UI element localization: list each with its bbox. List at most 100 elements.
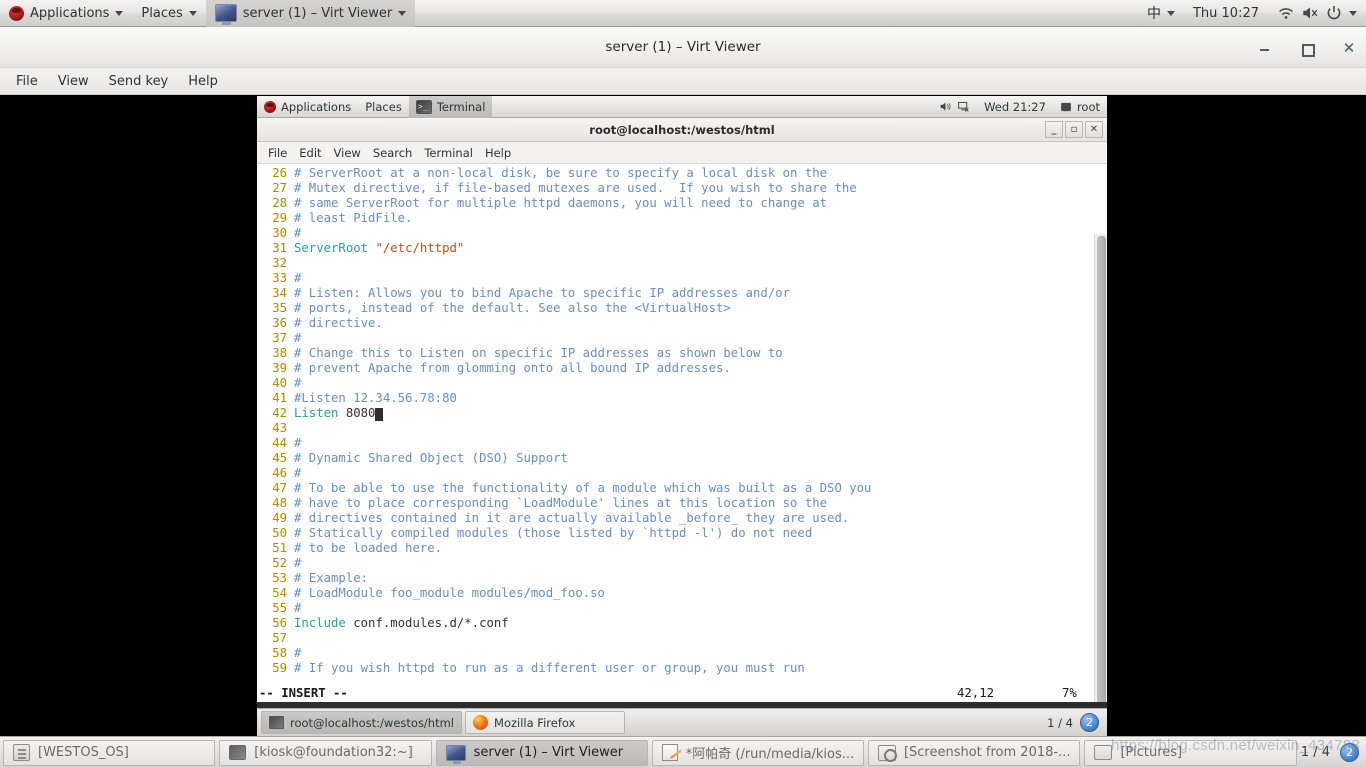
guest-user-label: root (1076, 99, 1100, 114)
vim-comment: # Listen: Allows you to bind Apache to s… (294, 286, 791, 300)
guest-applications-menu[interactable]: Applications (257, 96, 358, 118)
vim-comment: # LoadModule foo_module modules/mod_foo.… (294, 586, 605, 600)
host-taskbar-item-screenshot[interactable]: [Screenshot from 2018-... (868, 739, 1081, 766)
menu-file[interactable]: File (8, 71, 46, 92)
network-disconnected-icon (958, 101, 969, 112)
vim-line: 56 Include conf.modules.d/*.conf (257, 616, 1107, 631)
menu-help[interactable]: Help (180, 71, 226, 92)
chevron-down-icon (398, 10, 407, 16)
host-taskbar-label: [Screenshot from 2018-... (903, 745, 1071, 760)
terminal-menu-help[interactable]: Help (480, 144, 516, 162)
host-applications-menu[interactable]: Applications (0, 0, 132, 27)
guest-active-window-menu[interactable]: >_ Terminal (408, 96, 493, 118)
terminal-menu-edit[interactable]: Edit (294, 144, 326, 162)
vim-line-number: 56 (272, 616, 287, 630)
guest-desktop: Applications Places >_ Terminal Wed 21:2… (257, 96, 1107, 736)
vim-comment: # have to place corresponding `LoadModul… (294, 496, 828, 510)
guest-applications-label: Applications (281, 99, 352, 114)
terminal-minimize-button[interactable]: _ (1045, 121, 1063, 138)
redhat-logo-icon (9, 5, 24, 21)
terminal-scrollbar[interactable] (1094, 234, 1107, 702)
vim-line: 34 # Listen: Allows you to bind Apache to… (257, 286, 1107, 301)
terminal-menu-search[interactable]: Search (368, 144, 418, 162)
vim-comment: # (294, 601, 302, 615)
terminal-title-label: root@localhost:/westos/html (589, 122, 775, 137)
menu-send-key[interactable]: Send key (101, 71, 177, 92)
terminal-menu-view[interactable]: View (329, 144, 366, 162)
host-active-window-menu[interactable]: server (1) – Virt Viewer (205, 0, 416, 27)
vim-line: 38 # Change this to Listen on specific IP… (257, 346, 1107, 361)
guest-taskbar-label: root@localhost:/westos/html (290, 715, 455, 730)
host-taskbar-item-apache-doc[interactable]: *阿帕奇 (/run/media/kios... (651, 739, 865, 766)
vim-line-number: 48 (272, 496, 287, 510)
vim-line: 35 # ports, instead of the default. See a… (257, 301, 1107, 316)
guest-taskbar-item-terminal[interactable]: root@localhost:/westos/html (261, 711, 463, 734)
host-taskbar-item-virt-viewer[interactable]: server (1) – Virt Viewer (435, 739, 648, 766)
chevron-down-icon (1166, 10, 1175, 16)
vim-line-number: 58 (272, 646, 287, 660)
wifi-icon (1279, 8, 1293, 19)
terminal-maximize-button[interactable]: ▫ (1065, 121, 1083, 138)
vim-comment: # ServerRoot at a non-local disk, be sur… (294, 166, 828, 180)
guest-places-menu[interactable]: Places (358, 96, 409, 118)
host-taskbar-label: [kiosk@foundation32:~] (254, 745, 413, 760)
guest-workspace-badge[interactable]: 2 (1080, 713, 1099, 732)
guest-active-window-label: Terminal (436, 99, 486, 114)
guest-clock[interactable]: Wed 21:27 (977, 96, 1053, 118)
terminal-output-area[interactable]: 26 # ServerRoot at a non-local disk, be s… (257, 164, 1107, 702)
terminal-menu-terminal[interactable]: Terminal (419, 144, 478, 162)
guest-places-label: Places (365, 99, 402, 114)
vim-comment: # directive. (294, 316, 383, 330)
vim-line-number: 53 (272, 571, 287, 585)
vim-line: 32 (257, 256, 1107, 271)
host-system-status-area[interactable] (1268, 0, 1366, 27)
minimize-button[interactable] (1258, 41, 1272, 55)
monitor-icon (445, 744, 466, 764)
menu-view[interactable]: View (50, 71, 97, 92)
vim-line-number: 57 (272, 631, 287, 645)
scrollbar-thumb[interactable] (1097, 236, 1106, 702)
terminal-titlebar[interactable]: root@localhost:/westos/html _ ▫ ✕ (257, 118, 1107, 142)
vim-comment: #Listen 12.34.56.78:80 (294, 391, 457, 405)
user-icon (1061, 102, 1071, 111)
virt-viewer-titlebar[interactable]: server (1) – Virt Viewer ✕ (0, 27, 1366, 68)
vim-comment: # to be loaded here. (294, 541, 443, 555)
host-taskbar-item-westos-os[interactable]: [WESTOS_OS] (3, 739, 216, 766)
maximize-button[interactable] (1300, 41, 1315, 57)
vim-line-number: 34 (272, 286, 287, 300)
image-viewer-icon (878, 744, 897, 762)
vim-line-number: 50 (272, 526, 287, 540)
vim-line: 59 # If you wish httpd to run as a differ… (257, 661, 1107, 676)
vim-comment: # (294, 646, 302, 660)
vim-line-number: 46 (272, 466, 287, 480)
guest-taskbar-item-firefox[interactable]: Mozilla Firefox (465, 711, 626, 734)
host-taskbar-label: *阿帕奇 (/run/media/kios... (685, 747, 855, 762)
guest-user-menu[interactable]: root (1053, 96, 1107, 118)
host-active-window-label: server (1) – Virt Viewer (242, 5, 393, 21)
vim-comment: # directives contained in it are actuall… (294, 511, 850, 525)
virt-viewer-title: server (1) – Virt Viewer (605, 39, 761, 55)
close-button[interactable]: ✕ (1342, 40, 1356, 55)
host-input-method-indicator[interactable]: 中 (1138, 0, 1184, 27)
vim-comment: # Mutex directive, if file-based mutexes… (294, 181, 857, 195)
vim-line-number: 36 (272, 316, 287, 330)
terminal-menu-file[interactable]: File (263, 144, 292, 162)
vim-line: 54 # LoadModule foo_module modules/mod_fo… (257, 586, 1107, 601)
vim-line: 39 # prevent Apache from glomming onto al… (257, 361, 1107, 376)
guest-status-area[interactable] (932, 96, 977, 118)
vim-comment: # (294, 376, 302, 390)
vim-line: 53 # Example: (257, 571, 1107, 586)
terminal-window: root@localhost:/westos/html _ ▫ ✕ File E… (257, 118, 1107, 702)
host-workspace-badge[interactable]: 2 (1340, 743, 1359, 762)
vim-comment: # least PidFile. (294, 211, 413, 225)
host-taskbar-item-kiosk-terminal[interactable]: [kiosk@foundation32:~] (219, 739, 432, 766)
vim-line-number: 30 (272, 226, 287, 240)
host-taskbar-item-pictures[interactable]: [Pictures] (1084, 739, 1297, 766)
vim-line: 46 # (257, 466, 1107, 481)
host-places-menu[interactable]: Places (132, 0, 205, 27)
guest-workspace-count: 1 / 4 (1047, 715, 1073, 730)
vim-line: 30 # (257, 226, 1107, 241)
vim-comment: # (294, 556, 302, 570)
host-clock[interactable]: Thu 10:27 (1184, 0, 1268, 27)
terminal-close-button[interactable]: ✕ (1085, 121, 1103, 138)
